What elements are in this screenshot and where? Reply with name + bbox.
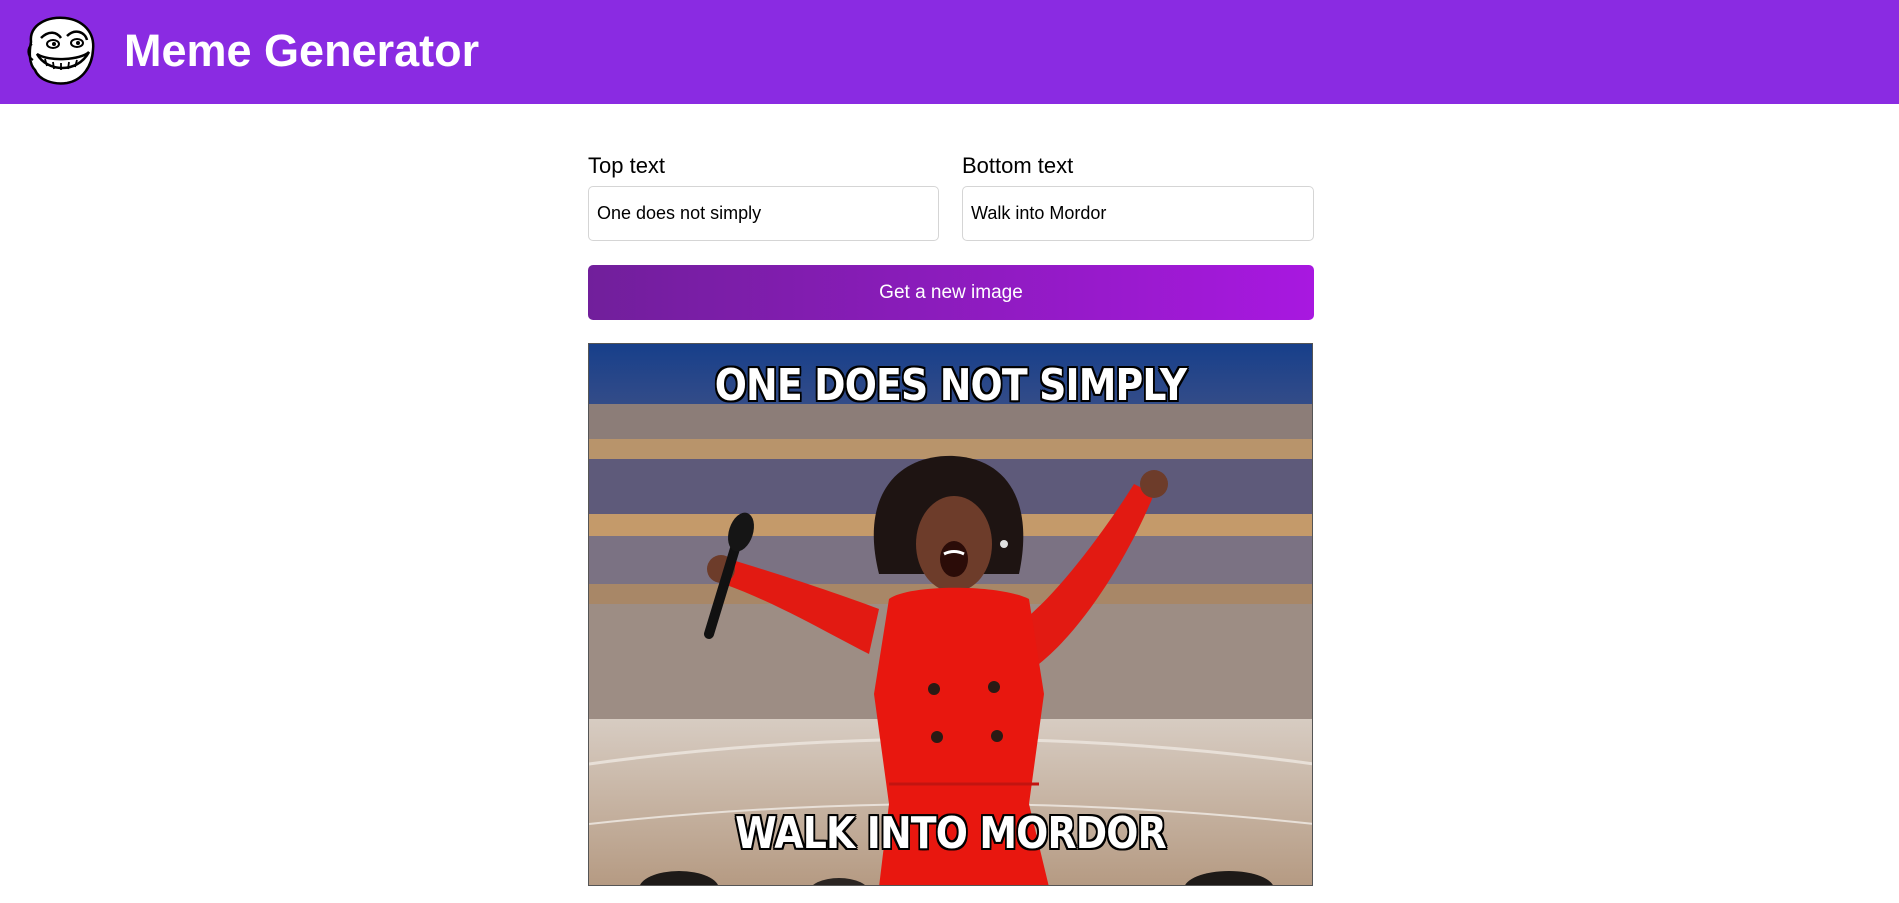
- app-title: Meme Generator: [124, 25, 480, 76]
- get-new-image-button[interactable]: Get a new image: [588, 265, 1314, 320]
- meme-image: ONE DOES NOT SIMPLY WALK INTO MORDOR: [588, 343, 1313, 886]
- top-text-label: Top text: [588, 153, 666, 178]
- meme-photo: [589, 344, 1312, 885]
- app-header: Meme Generator: [0, 0, 1899, 104]
- troll-face-icon: [27, 16, 95, 85]
- meme-top-caption: ONE DOES NOT SIMPLY: [714, 360, 1187, 411]
- top-text-input[interactable]: [588, 186, 939, 241]
- bottom-text-label: Bottom text: [962, 153, 1074, 178]
- bottom-text-input[interactable]: [962, 186, 1314, 241]
- meme-bottom-caption: WALK INTO MORDOR: [735, 808, 1167, 859]
